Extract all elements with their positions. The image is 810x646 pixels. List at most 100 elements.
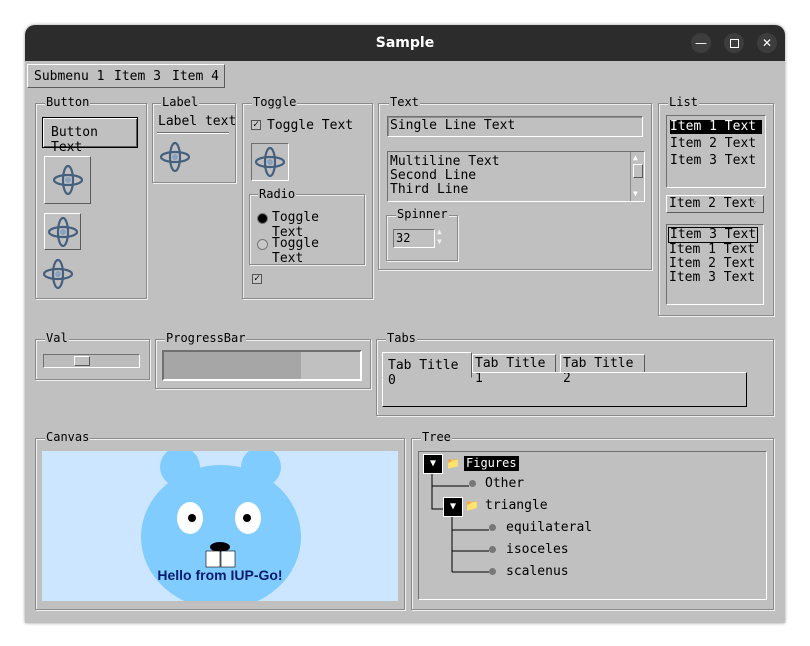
radio-option-2-label: Toggle Text: [272, 236, 319, 266]
collapse-icon[interactable]: ▼: [423, 454, 443, 474]
radio-unselected-icon: [257, 239, 268, 250]
val-frame-title: Val: [45, 331, 69, 345]
spinner-frame-title: Spinner: [396, 207, 449, 221]
list1-item-3[interactable]: Item 3 Text: [670, 154, 756, 168]
toggle-checkbox[interactable]: ✓ Toggle Text: [251, 118, 361, 134]
list1-item-1[interactable]: Item 1 Text: [670, 120, 762, 134]
list-box-1[interactable]: Item 1 Text Item 2 Text Item 3 Text: [666, 115, 766, 188]
tree-node-equilateral[interactable]: equilateral: [506, 520, 592, 535]
label-text: Label text: [158, 114, 237, 129]
radio-option-2[interactable]: Toggle Text: [257, 236, 357, 266]
collapse-icon[interactable]: ▼: [443, 497, 463, 517]
list2-item-2[interactable]: Item 1 Text: [669, 243, 755, 257]
list2-item-3[interactable]: Item 2 Text: [669, 257, 755, 271]
dropdown-list[interactable]: Item 2 Text ▿: [666, 195, 764, 213]
atom-icon[interactable]: [41, 257, 75, 291]
text-button-label: Button Text: [51, 125, 98, 155]
atom-icon: [159, 141, 191, 173]
label-frame-title: Label: [161, 95, 200, 109]
tab-title-0[interactable]: Tab Title 0: [382, 352, 472, 388]
toggle-frame-title: Toggle: [252, 95, 298, 109]
list2-item-1[interactable]: Item 3 Text: [668, 227, 758, 243]
atom-icon: [254, 146, 286, 178]
spin-up-icon[interactable]: ▲: [437, 227, 442, 237]
close-icon: ✕: [761, 36, 773, 50]
list2-item-4[interactable]: Item 3 Text: [669, 271, 755, 285]
drawing-canvas[interactable]: Hello from IUP-Go!: [42, 451, 398, 601]
val-slider[interactable]: [43, 354, 140, 368]
text-button[interactable]: Button Text: [42, 117, 138, 155]
tree-frame-title: Tree: [421, 430, 452, 444]
canvas-frame-title: Canvas: [45, 430, 91, 444]
progress-fill: [164, 352, 301, 379]
progress-frame-title: ProgressBar: [165, 331, 247, 345]
single-line-input[interactable]: Single Line Text: [387, 116, 643, 137]
minimize-button[interactable]: —: [691, 33, 711, 53]
gopher-nose: [210, 542, 230, 552]
chevron-down-icon: ▿: [752, 198, 757, 207]
tree-view[interactable]: ▼ 📁 Figures Other ▼ 📁 triangle equilater…: [418, 451, 767, 600]
close-button[interactable]: ✕: [757, 33, 777, 53]
button-frame-title: Button: [45, 95, 91, 109]
leaf-icon: [469, 480, 476, 487]
folder-icon: 📁: [446, 457, 460, 470]
tree-node-root[interactable]: Figures: [464, 456, 519, 471]
list-frame-title: List: [668, 95, 699, 109]
image-toggle[interactable]: [251, 143, 289, 181]
checkbox-bottom[interactable]: ✓: [252, 274, 262, 284]
tree-node-other[interactable]: Other: [485, 476, 524, 491]
tree-lines: [431, 472, 489, 573]
tabs-frame-title: Tabs: [386, 331, 417, 345]
atom-icon: [52, 164, 84, 196]
maximize-button[interactable]: [724, 33, 744, 53]
leaf-icon: [489, 568, 496, 575]
checkbox-icon: ✓: [251, 119, 261, 130]
gopher-tooth-right: [220, 550, 236, 568]
menu-item-3[interactable]: Item 3: [114, 69, 161, 84]
multiline-scrollbar[interactable]: ▲ ▼: [630, 152, 645, 201]
tab-title-0-label: Tab Title 0: [388, 358, 459, 388]
minimize-icon: —: [695, 36, 707, 50]
leaf-icon: [489, 546, 496, 553]
tab-title-2[interactable]: Tab Title 2: [560, 354, 645, 386]
scroll-thumb[interactable]: [633, 164, 643, 178]
slider-thumb[interactable]: [74, 356, 90, 366]
spin-down-icon[interactable]: ▼: [437, 237, 442, 247]
folder-icon: 📁: [465, 499, 479, 512]
radio-option-1[interactable]: Toggle Text: [257, 210, 357, 240]
gopher-tooth-left: [205, 550, 221, 568]
scroll-up-icon[interactable]: ▲: [633, 154, 638, 162]
atom-icon: [47, 216, 79, 248]
leaf-icon: [489, 524, 496, 531]
spinner-value: 32: [396, 231, 411, 245]
dropdown-value: Item 2 Text: [669, 196, 756, 211]
tab-title-1[interactable]: Tab Title 1: [472, 354, 556, 386]
gopher-pupil-right: [243, 514, 251, 522]
image-button-large[interactable]: [44, 156, 91, 204]
text-frame-title: Text: [389, 95, 420, 109]
gopher-pupil-left: [188, 514, 196, 522]
menu-bar: Submenu 1 Item 3 Item 4: [27, 64, 225, 88]
spinner-arrows[interactable]: ▲ ▼: [437, 227, 442, 247]
menu-item-4[interactable]: Item 4: [172, 69, 219, 84]
multiline-input[interactable]: Multiline Text Second Line Third Line ▲ …: [387, 151, 645, 202]
scroll-down-icon[interactable]: ▼: [633, 190, 638, 198]
list1-item-2[interactable]: Item 2 Text: [670, 137, 756, 151]
spinner-input[interactable]: 32: [393, 229, 435, 248]
list-box-2[interactable]: Item 3 Text Item 1 Text Item 2 Text Item…: [666, 224, 764, 305]
tree-node-scalenus[interactable]: scalenus: [506, 564, 569, 579]
app-window: Sample — ✕ Submenu 1 Item 3 Item 4 Butto…: [25, 25, 785, 623]
image-button-medium[interactable]: [44, 213, 81, 250]
tree-node-isoceles[interactable]: isoceles: [506, 542, 569, 557]
multiline-value: Multiline Text Second Line Third Line: [390, 154, 500, 197]
maximize-icon: [729, 39, 739, 48]
window-title: Sample: [375, 35, 435, 51]
toggle-checkbox-label: Toggle Text: [267, 118, 354, 133]
radio-frame-title: Radio: [258, 187, 297, 201]
canvas-greeting: Hello from IUP-Go!: [157, 567, 283, 583]
tree-node-triangle[interactable]: triangle: [485, 498, 548, 513]
menu-submenu-1[interactable]: Submenu 1: [34, 69, 104, 84]
progress-bar: [162, 350, 362, 381]
radio-selected-icon: [257, 213, 268, 224]
single-line-value: Single Line Text: [390, 118, 516, 133]
